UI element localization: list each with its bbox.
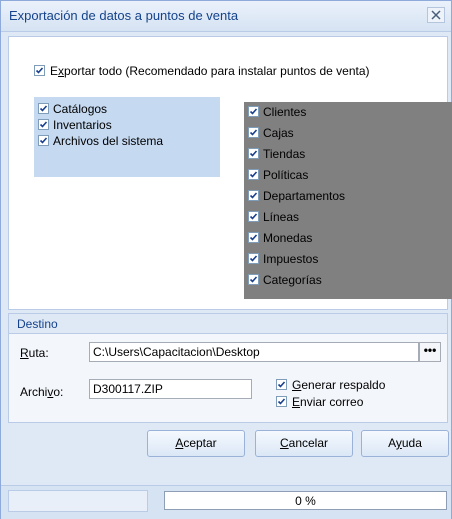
checkbox-checked-icon[interactable] bbox=[248, 190, 259, 202]
checkbox-checked-icon[interactable] bbox=[38, 135, 49, 147]
checkbox-checked-icon[interactable] bbox=[34, 65, 45, 77]
checkbox-politicas[interactable]: Políticas bbox=[248, 168, 308, 182]
checkbox-checked-icon[interactable] bbox=[248, 148, 259, 160]
catalog-items-list: Clientes Cajas Tiendas Políticas Departa… bbox=[244, 102, 452, 299]
checkbox-checked-icon[interactable] bbox=[248, 253, 259, 265]
checkbox-checked-icon[interactable] bbox=[248, 169, 259, 181]
export-all-checkbox[interactable]: Exportar todo (Recomendado para instalar… bbox=[34, 64, 370, 78]
archivo-label: Archivo: bbox=[20, 385, 64, 399]
checkbox-departamentos[interactable]: Departamentos bbox=[248, 189, 345, 203]
checkbox-cajas[interactable]: Cajas bbox=[248, 126, 294, 140]
checkbox-impuestos[interactable]: Impuestos bbox=[248, 252, 318, 266]
progress-percent: 0 % bbox=[295, 494, 316, 508]
ruta-label: Ruta: bbox=[20, 346, 49, 360]
browse-button[interactable]: ••• bbox=[419, 342, 441, 362]
checkbox-checked-icon[interactable] bbox=[276, 379, 287, 391]
checkbox-checked-icon[interactable] bbox=[248, 106, 259, 118]
checkbox-checked-icon[interactable] bbox=[38, 119, 49, 131]
module-group-list: Catálogos Inventarios Archivos del siste… bbox=[34, 97, 220, 177]
aceptar-button[interactable]: Aceptar bbox=[147, 430, 245, 457]
ruta-input[interactable]: C:\Users\Capacitacion\Desktop bbox=[89, 342, 419, 362]
status-text-cell bbox=[8, 490, 148, 512]
checkbox-checked-icon[interactable] bbox=[38, 103, 49, 115]
destination-group: Destino bbox=[8, 313, 448, 423]
checkbox-lineas[interactable]: Líneas bbox=[248, 210, 299, 224]
checkbox-archivos-del-sistema[interactable]: Archivos del sistema bbox=[38, 134, 163, 148]
title-bar[interactable]: Exportación de datos a puntos de venta bbox=[1, 1, 451, 32]
checkbox-categorias[interactable]: Categorías bbox=[248, 273, 322, 287]
checkbox-checked-icon[interactable] bbox=[276, 396, 287, 408]
close-button[interactable] bbox=[427, 7, 445, 23]
checkbox-checked-icon[interactable] bbox=[248, 211, 259, 223]
checkbox-checked-icon[interactable] bbox=[248, 232, 259, 244]
checkbox-catalogos[interactable]: Catálogos bbox=[38, 102, 107, 116]
destination-header: Destino bbox=[9, 314, 447, 334]
dialog-title: Exportación de datos a puntos de venta bbox=[9, 8, 239, 23]
checkbox-inventarios[interactable]: Inventarios bbox=[38, 118, 112, 132]
close-x-icon bbox=[431, 10, 441, 20]
archivo-input[interactable]: D300117.ZIP bbox=[89, 379, 252, 399]
generar-respaldo-checkbox[interactable]: Generar respaldo bbox=[276, 378, 385, 392]
export-progress-bar: 0 % bbox=[164, 491, 447, 510]
checkbox-checked-icon[interactable] bbox=[248, 127, 259, 139]
cancelar-button[interactable]: Cancelar bbox=[255, 430, 353, 457]
ayuda-button[interactable]: Ayuda bbox=[361, 430, 449, 457]
checkbox-monedas[interactable]: Monedas bbox=[248, 231, 312, 245]
enviar-correo-checkbox[interactable]: Enviar correo bbox=[276, 395, 363, 409]
destination-title: Destino bbox=[17, 317, 58, 331]
export-dialog: Exportación de datos a puntos de venta E… bbox=[0, 0, 452, 519]
checkbox-clientes[interactable]: Clientes bbox=[248, 105, 306, 119]
checkbox-checked-icon[interactable] bbox=[248, 274, 259, 286]
checkbox-tiendas[interactable]: Tiendas bbox=[248, 147, 305, 161]
